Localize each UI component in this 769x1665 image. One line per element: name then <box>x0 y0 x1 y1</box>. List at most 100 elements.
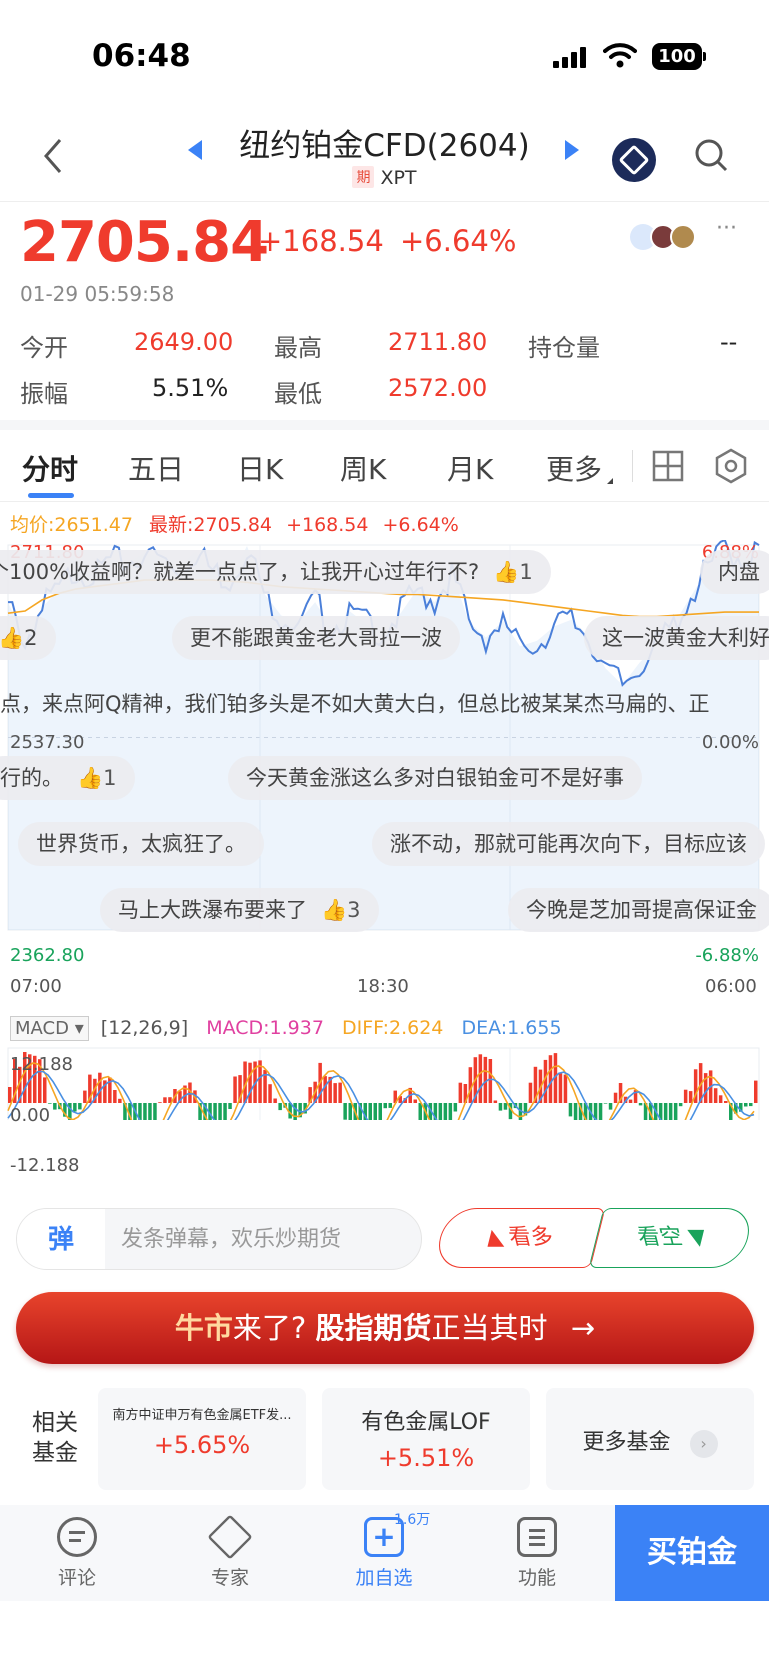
danmaku-item[interactable]: 马上大跌瀑布要来了 👍3 <box>100 888 379 932</box>
macd-bar <box>754 1080 758 1103</box>
price-change-pct: +6.64% <box>400 224 517 258</box>
tab-add-watchlist[interactable]: + 加自选 1.6万 <box>324 1505 444 1601</box>
danmaku-item[interactable]: 行的。 👍1 <box>0 756 135 800</box>
macd-bar <box>468 1067 473 1103</box>
layout-grid-icon[interactable] <box>652 450 684 482</box>
danmaku-item[interactable]: 个100%收益啊？就差一点点了，让我开心过年行不? 👍1 <box>0 550 551 594</box>
y-min-pct-label: -6.88% <box>695 945 759 966</box>
macd-bar <box>83 1090 87 1103</box>
macd-bar <box>78 1103 82 1110</box>
macd-bar <box>163 1097 167 1103</box>
macd-bar <box>448 1103 453 1120</box>
danmaku-item[interactable]: 点，来点阿Q精神，我们铂多头是不如大黄大白，但总比被某某杰马扁的、正 <box>0 682 728 726</box>
cellular-signal-icon <box>553 46 587 68</box>
tab-weekly-k[interactable]: 周K <box>340 448 386 488</box>
danmaku-item[interactable]: 世界货币，太疯狂了。 <box>18 822 264 866</box>
quote-timestamp: 01-29 05:59:58 <box>20 282 175 306</box>
tab-intraday[interactable]: 分时 <box>22 448 78 488</box>
more-icon[interactable]: ··· <box>716 216 737 241</box>
y-mid-pct-label: 0.00% <box>701 732 759 753</box>
buy-platinum-button[interactable]: 买铂金 <box>615 1505 769 1601</box>
tab-five-day[interactable]: 五日 <box>128 448 184 488</box>
high-value: 2711.80 <box>388 328 488 356</box>
tab-function[interactable]: 功能 <box>477 1505 597 1601</box>
macd-bar <box>603 1103 608 1104</box>
status-bar: 06:48 100 <box>0 0 769 110</box>
macd-bar <box>443 1103 448 1120</box>
macd-bar <box>373 1103 377 1120</box>
macd-bar <box>348 1103 352 1120</box>
danmaku-item[interactable]: 👍2 <box>0 616 56 660</box>
danmaku-item[interactable]: 今晚是芝加哥提高保证金 <box>508 888 769 932</box>
danmaku-input[interactable]: 弹 发条弹幕，欢乐炒期货 <box>16 1208 422 1270</box>
macd-bar <box>558 1073 563 1103</box>
macd-bar <box>53 1103 57 1110</box>
macd-bar <box>73 1103 77 1112</box>
danmaku-item[interactable]: 内盘 <box>700 550 769 594</box>
clock: 06:48 <box>92 38 191 74</box>
danmaku-item[interactable]: 今天黄金涨这么多对白银铂金可不是好事 <box>228 756 642 800</box>
thumbs-up-icon[interactable]: 👍3 <box>321 898 361 922</box>
amplitude-value: 5.51% <box>152 374 229 402</box>
macd-params: [12,26,9] <box>100 1017 189 1039</box>
macd-min-label: -12.188 <box>10 1155 80 1176</box>
macd-bar <box>713 1088 718 1103</box>
danmaku-icon[interactable]: 弹 <box>17 1209 105 1269</box>
tab-expert[interactable]: 专家 <box>170 1505 290 1601</box>
more-funds-card[interactable]: 更多基金 › <box>546 1388 754 1490</box>
price-area <box>8 545 759 930</box>
ai-assistant-icon[interactable] <box>612 138 656 182</box>
macd-bar <box>368 1103 372 1120</box>
low-label: 最低 <box>274 380 322 408</box>
fund-card[interactable]: 有色金属LOF +5.51% <box>322 1388 530 1490</box>
macd-bar <box>223 1103 227 1120</box>
danmaku-item[interactable]: 更不能跟黄金老大哥拉一波 <box>172 616 460 660</box>
danmaku-item[interactable]: 这一波黄金大利好 <box>584 616 769 660</box>
macd-bar <box>213 1103 217 1120</box>
macd-bar <box>688 1091 693 1103</box>
macd-bar <box>228 1103 232 1109</box>
settings-icon[interactable] <box>714 448 748 484</box>
next-contract-icon[interactable] <box>565 140 579 160</box>
macd-bar <box>673 1103 678 1120</box>
y-mid-label: 2537.30 <box>10 732 85 753</box>
macd-bar <box>8 1087 12 1103</box>
macd-bar <box>293 1103 297 1120</box>
thumbs-up-icon[interactable]: 👍1 <box>77 766 117 790</box>
macd-bar <box>683 1089 688 1103</box>
thumbs-up-icon[interactable]: 👍 <box>0 626 24 650</box>
macd-bar <box>638 1103 643 1106</box>
bullish-button[interactable]: ▲ 看多 <box>432 1208 606 1268</box>
dea-value: DEA:1.655 <box>461 1017 562 1039</box>
funds-label: 相关基金 <box>32 1410 78 1466</box>
macd-bar <box>233 1076 237 1103</box>
tab-daily-k[interactable]: 日K <box>237 448 283 488</box>
macd-bar <box>608 1103 613 1110</box>
thumbs-up-icon[interactable]: 👍1 <box>493 560 533 584</box>
indicator-select[interactable]: MACD ▾ <box>10 1016 89 1041</box>
danmaku-item[interactable]: 涨不动，那就可能再次向下，目标应该 <box>372 822 765 866</box>
tab-more[interactable]: 更多 <box>546 448 602 488</box>
search-icon[interactable] <box>694 138 730 174</box>
amplitude-label: 振幅 <box>20 380 68 408</box>
high-label: 最高 <box>274 334 322 362</box>
more-funds-label: 更多基金 <box>582 1430 671 1455</box>
macd-bar <box>113 1090 117 1103</box>
promo-banner[interactable]: 牛市来了? 股指期货正当其时 → <box>16 1292 754 1364</box>
bearish-button[interactable]: 看空 ▼ <box>588 1208 756 1268</box>
community-avatars[interactable] <box>630 222 706 252</box>
fund-name: 有色金属LOF <box>361 1410 491 1435</box>
expert-icon <box>207 1514 253 1560</box>
quote-panel: 2705.84 +168.54 +6.64% ··· 01-29 05:59:5… <box>0 202 769 430</box>
watch-count: 1.6万 <box>394 1512 431 1528</box>
open-interest-value: -- <box>720 328 738 356</box>
arrow-right-icon: → <box>570 1311 596 1345</box>
macd-bar <box>493 1100 498 1103</box>
tab-comment[interactable]: 评论 <box>17 1505 137 1601</box>
fund-change: +5.51% <box>377 1444 475 1472</box>
macd-bar <box>483 1056 488 1103</box>
fund-card[interactable]: 南方中证申万有色金属ETF发... +5.65% <box>98 1388 306 1490</box>
macd-header: MACD ▾ [12,26,9] MACD:1.937 DIFF:2.624 D… <box>10 1016 562 1041</box>
macd-bar <box>48 1103 52 1104</box>
tab-monthly-k[interactable]: 月K <box>447 448 493 488</box>
